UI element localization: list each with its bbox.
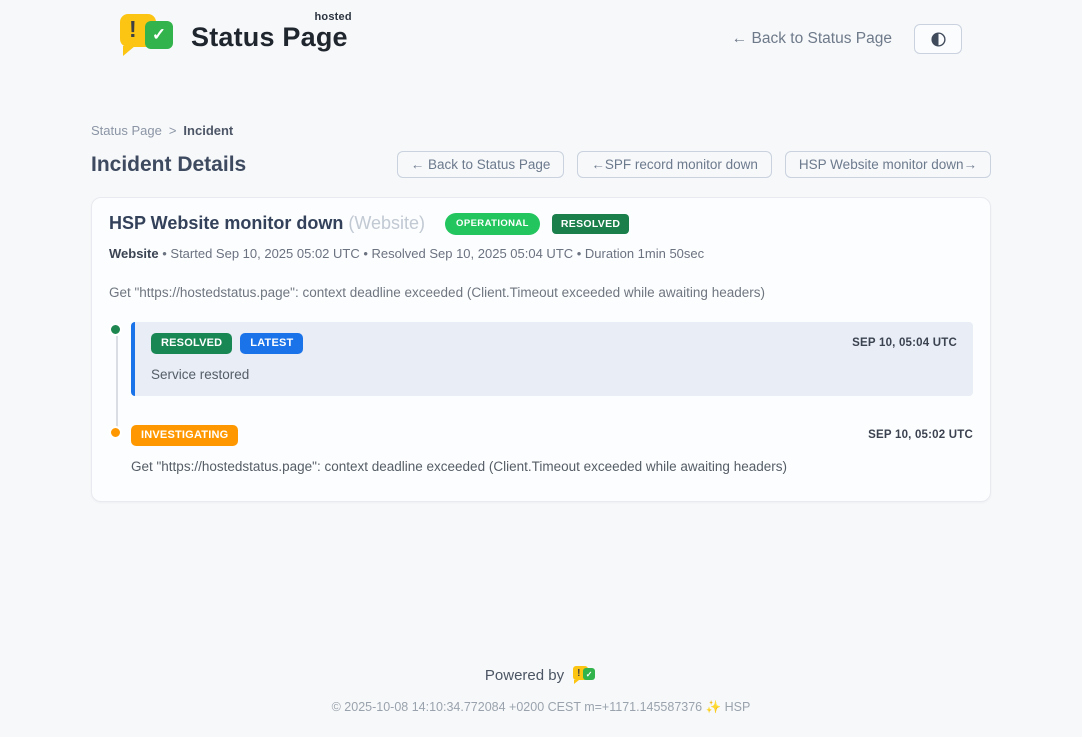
update-header: RESOLVED LATEST SEP 10, 05:04 UTC (151, 333, 957, 354)
topbar: ! ✓ Status Page hosted ← Back to Status … (0, 0, 1082, 74)
incident-title: HSP Website monitor down(Website) (109, 213, 425, 234)
incident-component-label: (Website) (348, 213, 425, 233)
mini-check-icon: ✓ (583, 668, 595, 680)
incident-card: HSP Website monitor down(Website) OPERAT… (91, 197, 991, 502)
investigating-badge: INVESTIGATING (131, 425, 238, 446)
update-header: INVESTIGATING SEP 10, 05:02 UTC (131, 425, 973, 446)
resolved-badge: RESOLVED (151, 333, 232, 354)
timeline-dot-orange (109, 426, 122, 439)
main-content: Status Page > Incident Incident Details ← … (91, 123, 991, 502)
update-message: Service restored (151, 367, 957, 382)
latest-update-box: RESOLVED LATEST SEP 10, 05:04 UTC Servic… (131, 322, 973, 396)
breadcrumb-status-page[interactable]: Status Page (91, 123, 162, 138)
update-timestamp: SEP 10, 05:02 UTC (868, 429, 973, 441)
back-to-status-page-button[interactable]: ← Back to Status Page (397, 151, 565, 178)
operational-status-badge: OPERATIONAL (445, 213, 540, 235)
check-icon: ✓ (145, 21, 173, 49)
footer-logo-icon: ! ✓ (573, 665, 597, 685)
header-back-link[interactable]: ← Back to Status Page (732, 30, 892, 48)
timeline-entry-content: RESOLVED LATEST SEP 10, 05:04 UTC Servic… (131, 322, 973, 396)
latest-badge: LATEST (240, 333, 303, 354)
title-row: Incident Details ← Back to Status Page ←… (91, 151, 991, 178)
previous-incident-button[interactable]: ←SPF record monitor down (577, 151, 772, 178)
meta-details: • Started Sep 10, 2025 05:02 UTC • Resol… (162, 246, 704, 261)
app-logo[interactable]: ! ✓ Status Page hosted (120, 14, 348, 60)
timeline-entry-content: INVESTIGATING SEP 10, 05:02 UTC Get "htt… (131, 425, 973, 474)
brand-superscript: hosted (315, 11, 352, 23)
half-circle-icon (930, 31, 947, 48)
copyright-text: © 2025-10-08 14:10:34.772084 +0200 CEST … (0, 700, 1082, 715)
incident-meta: Website • Started Sep 10, 2025 05:02 UTC… (109, 246, 973, 261)
powered-by-label: Powered by (485, 667, 564, 684)
timeline-entry-resolved: RESOLVED LATEST SEP 10, 05:04 UTC Servic… (109, 322, 973, 396)
incident-card-header: HSP Website monitor down(Website) OPERAT… (109, 213, 973, 235)
page-title: Incident Details (91, 153, 246, 177)
timeline-dot-green (109, 323, 122, 336)
resolved-state-badge: RESOLVED (552, 214, 629, 235)
incident-description: Get "https://hostedstatus.page": context… (109, 285, 973, 300)
next-incident-button[interactable]: HSP Website monitor down→ (785, 151, 991, 178)
breadcrumb-incident: Incident (183, 123, 233, 138)
breadcrumb-separator: > (169, 123, 177, 138)
update-message: Get "https://hostedstatus.page": context… (131, 459, 973, 474)
theme-toggle-button[interactable] (914, 24, 962, 54)
mini-exclamation-glyph: ! (577, 668, 580, 679)
brand-name: Status Page hosted (191, 22, 348, 53)
meta-component: Website (109, 246, 159, 261)
footer: Powered by ! ✓ © 2025-10-08 14:10:34.772… (0, 665, 1082, 715)
exclamation-glyph: ! (129, 16, 137, 43)
check-glyph: ✓ (152, 25, 166, 45)
mini-check-glyph: ✓ (586, 670, 593, 679)
logo-mark: ! ✓ (120, 14, 176, 60)
brand-label: Status Page (191, 22, 348, 52)
powered-by-link[interactable]: Powered by ! ✓ (485, 665, 597, 685)
incident-title-text: HSP Website monitor down (109, 213, 343, 233)
timeline-entry-investigating: INVESTIGATING SEP 10, 05:02 UTC Get "htt… (109, 425, 973, 474)
breadcrumb: Status Page > Incident (91, 123, 991, 138)
update-timestamp: SEP 10, 05:04 UTC (852, 337, 957, 349)
topbar-actions: ← Back to Status Page (732, 24, 962, 54)
incident-timeline: RESOLVED LATEST SEP 10, 05:04 UTC Servic… (109, 322, 973, 474)
incident-nav-buttons: ← Back to Status Page ←SPF record monito… (397, 151, 991, 178)
